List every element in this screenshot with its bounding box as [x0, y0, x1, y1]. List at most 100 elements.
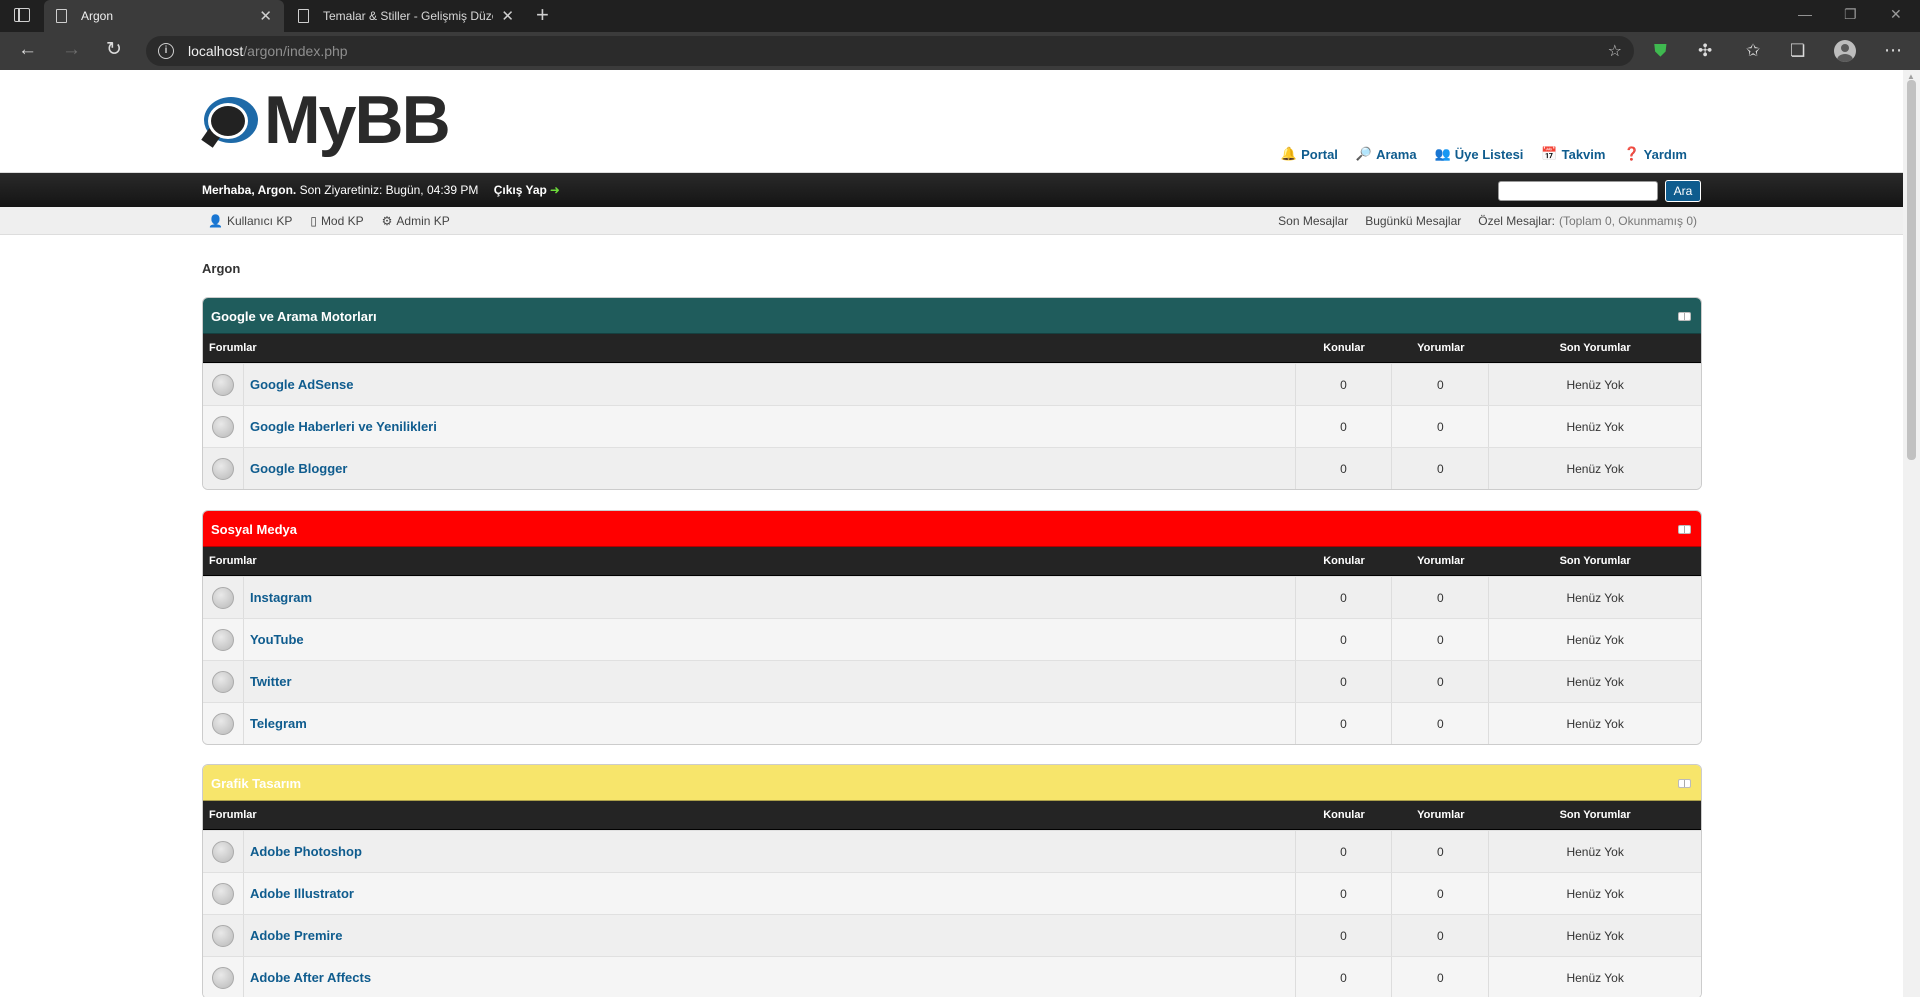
logout-link[interactable]: Çıkış Yap ➜: [494, 183, 560, 197]
thread-count: 0: [1296, 406, 1393, 447]
site-header: MyBB 🔔 Portal 🔎 Arama 👥 Üye Listesi 📅 Takvim…: [0, 70, 1903, 173]
forum-name-cell: Adobe After Affects: [244, 957, 1296, 997]
top-link-portal[interactable]: 🔔 Portal: [1281, 146, 1338, 162]
forum-status-icon[interactable]: [211, 373, 234, 396]
top-link-search[interactable]: 🔎 Arama: [1356, 146, 1417, 162]
forum-status-cell: [203, 619, 244, 660]
site-logo[interactable]: MyBB: [201, 82, 451, 158]
close-icon[interactable]: ✕: [501, 7, 514, 25]
browser-tab-themes[interactable]: Temalar & Stiller - Gelişmiş Düze ✕: [286, 0, 526, 32]
forum-row: YouTube 0 0 Henüz Yok: [203, 618, 1701, 660]
scroll-thumb[interactable]: [1907, 80, 1916, 460]
recent-posts-link[interactable]: Son Mesajlar: [1278, 214, 1348, 228]
forum-link[interactable]: Twitter: [250, 674, 292, 689]
forum-status-icon[interactable]: [211, 586, 234, 609]
add-favorite-icon[interactable]: ☆: [1608, 41, 1622, 61]
forum-status-icon[interactable]: [211, 670, 234, 693]
welcome-text: Merhaba, Argon. Son Ziyaretiniz: Bugün, …: [202, 183, 560, 197]
private-messages-link[interactable]: Özel Mesajlar:: [1478, 214, 1555, 228]
thread-count: 0: [1296, 831, 1393, 872]
page-viewport: MyBB 🔔 Portal 🔎 Arama 👥 Üye Listesi 📅 Takvim…: [0, 70, 1920, 997]
search-button[interactable]: Ara: [1665, 180, 1701, 202]
forum-link[interactable]: Google AdSense: [250, 377, 354, 392]
column-forums: Forumlar: [209, 809, 257, 821]
search-input[interactable]: [1498, 181, 1658, 201]
post-count: 0: [1392, 873, 1490, 914]
address-bar: ← → ↻ i localhost/argon/index.php ☆ ⛊ ✣ …: [0, 32, 1920, 70]
info-icon[interactable]: i: [158, 43, 174, 59]
collapse-icon[interactable]: [1678, 312, 1691, 321]
forum-status-icon[interactable]: [211, 924, 234, 947]
pm-status: (Toplam 0, Okunmamış 0): [1558, 214, 1697, 228]
browser-tab-argon[interactable]: Argon ✕: [44, 0, 284, 32]
last-post: Henüz Yok: [1566, 928, 1624, 943]
forum-link[interactable]: Adobe After Affects: [250, 970, 371, 985]
forum-name-cell: YouTube: [244, 619, 1296, 660]
forum-status-icon[interactable]: [211, 712, 234, 735]
forum-link[interactable]: Google Blogger: [250, 461, 348, 476]
forum-status-icon[interactable]: [211, 840, 234, 863]
forum-status-icon[interactable]: [211, 415, 234, 438]
forum-status-icon[interactable]: [211, 882, 234, 905]
scrollbar[interactable]: ▲: [1903, 70, 1920, 997]
collapse-icon[interactable]: [1678, 525, 1691, 534]
forum-status-cell: [203, 406, 244, 447]
top-link-help[interactable]: ❓ Yardım: [1623, 146, 1687, 162]
collections-icon[interactable]: ❏: [1790, 41, 1805, 61]
forum-link[interactable]: Google Haberleri ve Yenilikleri: [250, 419, 437, 434]
forum-link[interactable]: Adobe Premire: [250, 928, 342, 943]
forum-status-cell: [203, 915, 244, 956]
thread-count: 0: [1296, 619, 1393, 660]
category-title[interactable]: Sosyal Medya: [211, 522, 297, 537]
forum-row: Google Blogger 0 0 Henüz Yok: [203, 447, 1701, 489]
back-icon[interactable]: ←: [18, 40, 37, 60]
shield-icon[interactable]: ⛊: [1654, 41, 1667, 61]
column-threads: Konular: [1323, 342, 1365, 354]
collapse-icon[interactable]: [1678, 779, 1691, 788]
column-forums: Forumlar: [209, 342, 257, 354]
forum-status-icon[interactable]: [211, 966, 234, 989]
forum-name-cell: Google Haberleri ve Yenilikleri: [244, 406, 1296, 447]
favorites-icon[interactable]: ✩: [1746, 41, 1760, 61]
tab-actions-icon[interactable]: [14, 8, 30, 22]
breadcrumb[interactable]: Argon: [202, 261, 240, 276]
logo-text: MyBB: [264, 82, 451, 158]
user-cp-link[interactable]: 👤 Kullanıcı KP: [208, 214, 292, 228]
new-tab-icon[interactable]: +: [536, 4, 549, 26]
mod-cp-link[interactable]: ▯ Mod KP: [310, 214, 363, 228]
forum-row: Google AdSense 0 0 Henüz Yok: [203, 363, 1701, 405]
last-visit: Son Ziyaretiniz: Bugün, 04:39 PM: [299, 183, 479, 197]
forum-row: Instagram 0 0 Henüz Yok: [203, 576, 1701, 618]
last-post: Henüz Yok: [1566, 461, 1624, 476]
todays-posts-link[interactable]: Bugünkü Mesajlar: [1365, 214, 1461, 228]
category-title[interactable]: Grafik Tasarım: [211, 776, 301, 791]
admin-cp-link[interactable]: ⚙ Admin KP: [382, 214, 450, 228]
extensions-icon[interactable]: ✣: [1698, 41, 1712, 61]
last-post: Henüz Yok: [1566, 419, 1624, 434]
forum-status-icon[interactable]: [211, 628, 234, 651]
calendar-icon: 📅: [1541, 146, 1558, 161]
category-block: Sosyal Medya Forumlar Konular Yorumlar Son Y…: [202, 510, 1702, 745]
forum-link[interactable]: YouTube: [250, 632, 304, 647]
forum-link[interactable]: Adobe Photoshop: [250, 844, 362, 859]
window-close-icon[interactable]: ✕: [1890, 6, 1902, 23]
profile-avatar[interactable]: [1834, 40, 1856, 62]
forum-row: Adobe Photoshop 0 0 Henüz Yok: [203, 830, 1701, 872]
close-icon[interactable]: ✕: [259, 7, 272, 25]
forum-link[interactable]: Instagram: [250, 590, 312, 605]
reload-icon[interactable]: ↻: [106, 40, 122, 60]
category-title[interactable]: Google ve Arama Motorları: [211, 309, 377, 324]
forum-link[interactable]: Telegram: [250, 716, 307, 731]
forum-status-icon[interactable]: [211, 457, 234, 480]
url-field[interactable]: i localhost/argon/index.php ☆: [146, 36, 1634, 66]
restore-icon[interactable]: ❐: [1844, 6, 1857, 23]
more-icon[interactable]: ⋯: [1884, 40, 1902, 61]
minimize-icon[interactable]: —: [1798, 6, 1812, 22]
forward-icon[interactable]: →: [62, 40, 81, 60]
top-link-calendar[interactable]: 📅 Takvim: [1541, 146, 1605, 162]
forum-link[interactable]: Adobe Illustrator: [250, 886, 354, 901]
column-header-row: Forumlar Konular Yorumlar Son Yorumlar: [203, 801, 1701, 830]
top-link-members[interactable]: 👥 Üye Listesi: [1435, 146, 1524, 162]
panel-right: Son Mesajlar Bugünkü Mesajlar Özel Mesaj…: [1278, 214, 1697, 228]
column-last-posts: Son Yorumlar: [1559, 342, 1631, 354]
